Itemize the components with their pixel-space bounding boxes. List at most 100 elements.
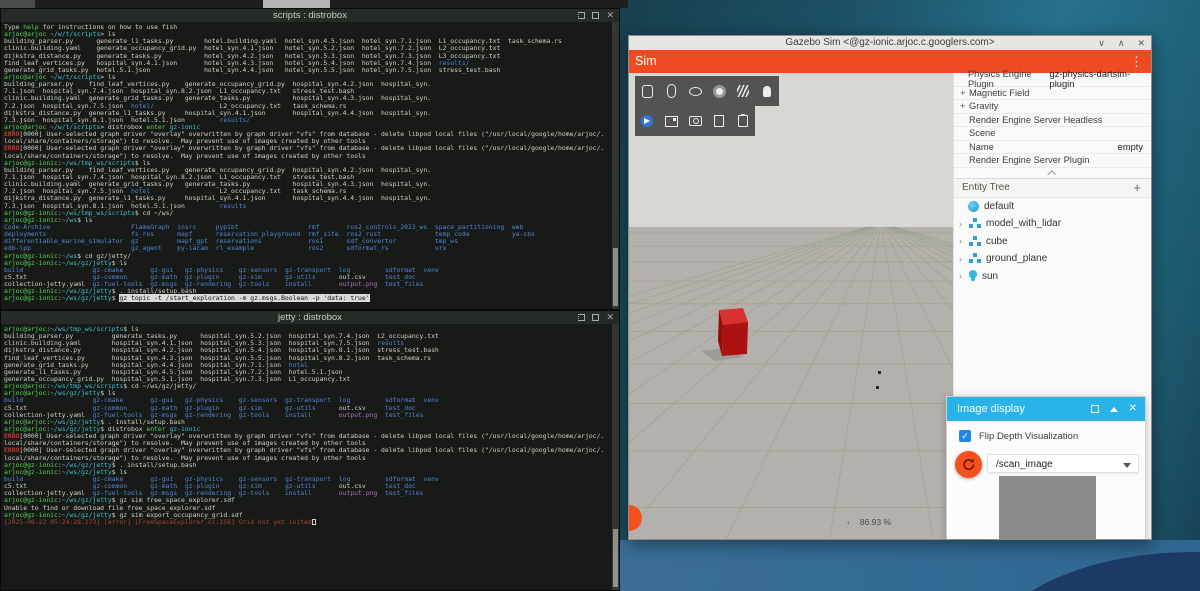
camera-image-preview <box>999 476 1096 540</box>
model-icon <box>973 236 977 240</box>
detach-icon[interactable] <box>592 12 599 19</box>
image-display-title: Image display <box>957 403 1025 415</box>
entity-tree-item-default[interactable]: default <box>954 198 1151 216</box>
terminal-titlebar[interactable]: scripts : distrobox ✕ <box>1 9 619 22</box>
desktop: scripts : distrobox ✕ Type help for inst… <box>0 0 1200 591</box>
property-value: empty <box>1118 142 1143 152</box>
rtf-display[interactable]: ‹86.93 % <box>847 517 891 527</box>
close-icon[interactable]: ✕ <box>606 313 614 322</box>
entity-tree-title: Entity Tree <box>962 182 1010 193</box>
capsule-icon <box>667 84 676 98</box>
ellipsoid-button[interactable] <box>683 76 707 106</box>
expand-plus-icon[interactable]: + <box>960 88 969 98</box>
expand-plus-icon[interactable]: + <box>960 101 969 111</box>
copy-icon <box>714 115 724 127</box>
scene-viewport[interactable]: ‹86.93 % <box>629 73 953 539</box>
world-property-row[interactable]: Render Engine Server Plugin <box>954 154 1151 168</box>
bulb-button[interactable] <box>755 76 779 106</box>
marker-dot <box>878 371 881 374</box>
window-titlebar[interactable]: Gazebo Sim <@gz-ionic.arjoc.c.googlers.c… <box>629 36 1151 50</box>
paste-button[interactable] <box>731 106 755 136</box>
terminal-window-scripts[interactable]: scripts : distrobox ✕ Type help for inst… <box>0 8 620 310</box>
top-strip-tab[interactable] <box>263 0 330 8</box>
refresh-topics-button[interactable] <box>955 451 982 478</box>
expand-chevron-icon[interactable]: ‹ <box>847 517 850 527</box>
topic-dropdown[interactable]: /scan_image <box>987 454 1139 473</box>
flip-depth-checkbox-row[interactable]: ✓ Flip Depth Visualization <box>959 430 1078 442</box>
capsule-button[interactable] <box>659 76 683 106</box>
terminal-line: [2025-08-22 05:24:28.173] [error] [FreeS… <box>4 519 616 526</box>
world-property-row[interactable]: Physics Engine Plugingz-physics-dartsim-… <box>954 73 1151 87</box>
minimize-icon[interactable]: ∨ <box>1098 36 1105 50</box>
plus-icon[interactable]: + <box>1133 180 1141 195</box>
paste-icon <box>738 115 748 127</box>
chevron-right-icon[interactable]: › <box>959 219 968 229</box>
transform-button[interactable] <box>635 106 659 136</box>
undock-icon[interactable] <box>1091 405 1099 413</box>
image-display-header[interactable]: Image display ✕ <box>947 397 1145 421</box>
shapes-toolbar <box>635 76 779 106</box>
rain-icon <box>737 85 749 97</box>
cube-front-face <box>722 322 748 356</box>
world-property-row[interactable]: Nameempty <box>954 141 1151 155</box>
terminal-line: arjoc@gz-ionic:~/ws/tmp_ws/scripts$ cd ~… <box>4 210 616 217</box>
detach-icon[interactable] <box>592 314 599 321</box>
light-icon <box>969 270 977 278</box>
ellipsoid-icon <box>689 87 702 96</box>
entity-tree-item-model_with_lidar[interactable]: › model_with_lidar <box>954 215 1151 233</box>
entity-label: model_with_lidar <box>986 218 1061 229</box>
float-icon[interactable] <box>578 12 585 19</box>
maximize-icon[interactable]: ∧ <box>1118 36 1125 50</box>
refresh-icon <box>961 457 976 472</box>
scrollbar-thumb[interactable] <box>613 248 618 306</box>
marker-dot <box>876 386 879 389</box>
entity-label: ground_plane <box>986 253 1047 264</box>
terminal-titlebar[interactable]: jetty : distrobox ✕ <box>1 311 619 324</box>
scrollbar-thumb[interactable] <box>613 529 618 587</box>
chevron-right-icon[interactable]: › <box>959 254 968 264</box>
close-icon[interactable]: ✕ <box>1137 36 1145 50</box>
entity-label: default <box>984 201 1014 212</box>
box-button[interactable] <box>635 76 659 106</box>
close-icon[interactable]: ✕ <box>1129 397 1137 421</box>
checkbox-checked-icon[interactable]: ✓ <box>959 430 971 442</box>
terminal-line: arjoc@gz-ionic:~/ws/gz/jetty$ gz topic -… <box>4 295 616 302</box>
entity-tree-item-cube[interactable]: ›cube <box>954 233 1151 251</box>
terminal-window-jetty[interactable]: jetty : distrobox ✕ arjoc@arjoc:~/ws/tmp… <box>0 310 620 591</box>
property-label: Gravity <box>969 101 998 111</box>
collapse-icon[interactable] <box>1110 407 1118 412</box>
transform-icon <box>641 115 653 127</box>
property-label: Render Engine Server Plugin <box>969 155 1089 165</box>
box-icon <box>642 85 653 98</box>
model-icon <box>973 218 977 222</box>
close-icon[interactable]: ✕ <box>606 11 614 20</box>
property-label: Scene <box>969 128 995 138</box>
scrollbar[interactable] <box>612 22 619 309</box>
world-property-row[interactable]: Scene <box>954 127 1151 141</box>
chevron-right-icon[interactable]: › <box>959 236 968 246</box>
chevron-right-icon[interactable]: › <box>959 271 968 281</box>
terminal-output[interactable]: Type help for instructions on how to use… <box>1 22 619 304</box>
screenshot-button[interactable] <box>659 106 683 136</box>
gazebo-window[interactable]: Gazebo Sim <@gz-ionic.arjoc.c.googlers.c… <box>628 35 1152 540</box>
camera-button[interactable] <box>683 106 707 136</box>
float-icon[interactable] <box>578 314 585 321</box>
entity-tree-item-sun[interactable]: ›sun <box>954 268 1151 286</box>
bulb-icon <box>763 86 771 97</box>
copy-button[interactable] <box>707 106 731 136</box>
entity-tree-item-ground_plane[interactable]: › ground_plane <box>954 250 1151 268</box>
property-label: Physics Engine Plugin <box>968 69 1050 89</box>
image-display-dialog[interactable]: Image display ✕ ✓ Flip Depth Visualizati… <box>946 396 1146 540</box>
scrollbar[interactable] <box>612 324 619 590</box>
world-property-row[interactable]: +Gravity <box>954 100 1151 114</box>
rain-button[interactable] <box>731 76 755 106</box>
app-bar-title: Sim <box>635 54 657 68</box>
entity-tree-list: default›model_with_lidar›cube›ground_pla… <box>954 198 1151 286</box>
world-property-row[interactable]: Render Engine Server Headless <box>954 114 1151 128</box>
terminal-output[interactable]: arjoc@arjoc:~/ws/tmp_ws/scripts$ lsbuild… <box>1 324 619 528</box>
sun-button[interactable] <box>707 76 731 106</box>
cube-top-face <box>719 308 748 325</box>
panel-collapse-handle[interactable] <box>954 168 1151 178</box>
entity-tree-header[interactable]: Entity Tree + <box>954 178 1151 198</box>
chevron-down-icon <box>1123 463 1131 468</box>
